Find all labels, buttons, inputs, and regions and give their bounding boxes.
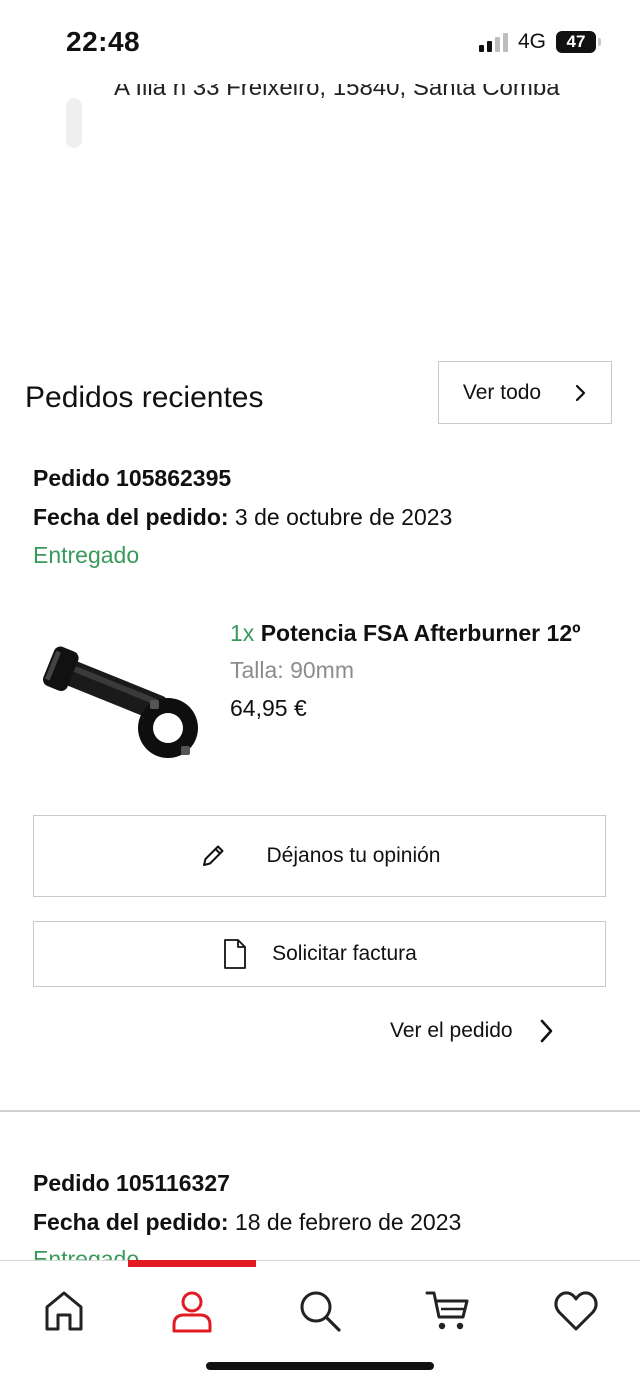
- address-fragment: A Illa n 33 Freixeiro, 15840, Santa Comb…: [0, 84, 640, 114]
- account-page: 22:48 4G 47 A Illa n 33 Freixeiro, 15840…: [0, 0, 640, 1384]
- order-date-label: Fecha del pedido:: [33, 504, 229, 530]
- order-date-value: 18 de febrero de 2023: [234, 1209, 462, 1235]
- home-icon: [45, 1291, 83, 1331]
- nav-active-indicator: [128, 1260, 256, 1267]
- nav-search[interactable]: [292, 1283, 348, 1339]
- nav-favorites[interactable]: [548, 1283, 604, 1339]
- address-marker: [66, 98, 82, 148]
- search-icon: [300, 1291, 341, 1332]
- order-status: Entregado: [33, 542, 140, 568]
- product-size: Talla: 90mm: [230, 657, 354, 683]
- view-all-label: Ver todo: [462, 380, 542, 404]
- request-invoice-button[interactable]: Solicitar factura: [33, 921, 606, 987]
- view-order-link[interactable]: Ver el pedido: [390, 1018, 555, 1044]
- product-quantity: 1x: [230, 620, 255, 646]
- pencil-icon: [202, 845, 224, 866]
- nav-account[interactable]: [164, 1283, 220, 1339]
- network-label: 4G: [517, 30, 546, 53]
- view-all-button[interactable]: Ver todo: [438, 361, 612, 424]
- order-date: Fecha del pedido: 3 de octubre de 2023: [33, 504, 452, 531]
- order-id: Pedido 105116327: [33, 1170, 230, 1196]
- chevron-right-icon: [540, 1019, 552, 1043]
- signal-icon: [478, 32, 508, 52]
- section-title: Pedidos recientes: [25, 381, 264, 414]
- heart-icon: [554, 1291, 598, 1331]
- view-order-label: Ver el pedido: [390, 1019, 513, 1042]
- document-icon: [224, 939, 247, 969]
- cart-icon: [425, 1291, 469, 1330]
- address-text: A Illa n 33 Freixeiro, 15840, Santa Comb…: [114, 84, 560, 101]
- chevron-right-icon: [576, 384, 586, 401]
- request-invoice-label: Solicitar factura: [272, 942, 417, 965]
- nav-home[interactable]: [36, 1283, 92, 1339]
- bottom-nav: [0, 1260, 640, 1384]
- product-price: 64,95 €: [230, 695, 307, 721]
- product-image[interactable]: [30, 620, 198, 780]
- nav-cart[interactable]: [420, 1283, 476, 1339]
- battery-level: 47: [566, 32, 586, 51]
- user-icon: [172, 1291, 212, 1333]
- product-name: Potencia FSA Afterburner 12º: [260, 620, 581, 646]
- order-date-value: 3 de octubre de 2023: [234, 504, 453, 530]
- product-title-line[interactable]: 1x Potencia FSA Afterburner 12º: [230, 620, 581, 647]
- status-time: 22:48: [66, 26, 141, 57]
- order-divider: [0, 1110, 640, 1112]
- battery-icon: 47: [556, 31, 601, 53]
- home-indicator: [206, 1362, 434, 1370]
- leave-review-label: Déjanos tu opinión: [266, 844, 441, 867]
- order-date: Fecha del pedido: 18 de febrero de 2023: [33, 1209, 461, 1236]
- status-indicators: 4G 47: [478, 30, 601, 54]
- leave-review-button[interactable]: Déjanos tu opinión: [33, 815, 606, 897]
- order-date-label: Fecha del pedido:: [33, 1209, 229, 1235]
- order-id: Pedido 105862395: [33, 465, 232, 491]
